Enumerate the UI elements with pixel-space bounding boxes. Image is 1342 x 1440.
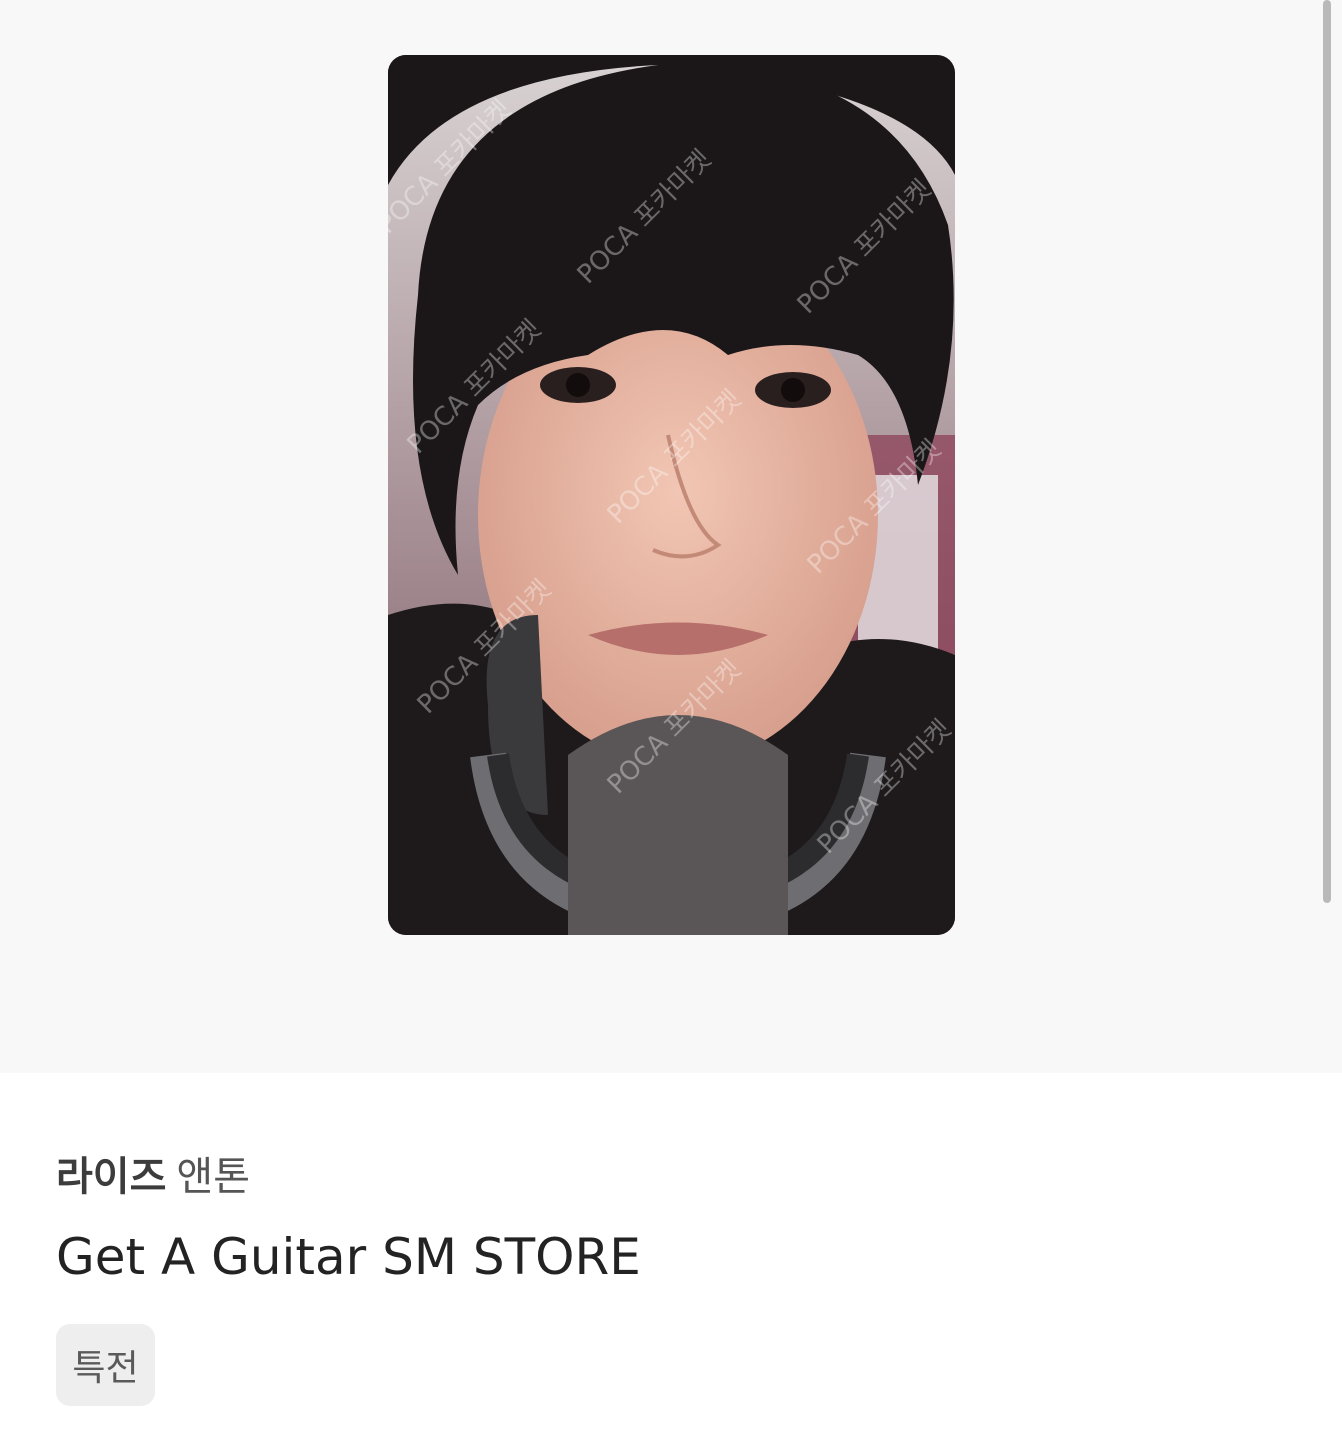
photocard-image[interactable]: POCA 포카마켓 POCA 포카마켓 POCA 포카마켓 POCA 포카마켓 … [388,55,955,935]
vertical-scrollbar[interactable] [1322,0,1342,1073]
artist-line: 라이즈 앤톤 [56,1151,250,1203]
product-detail-page: POCA 포카마켓 POCA 포카마켓 POCA 포카마켓 POCA 포카마켓 … [0,0,1342,1440]
tag-chip[interactable]: 특전 [56,1324,155,1406]
member-name[interactable]: 앤톤 [176,1154,250,1200]
group-name[interactable]: 라이즈 [56,1154,166,1200]
image-viewer[interactable]: POCA 포카마켓 POCA 포카마켓 POCA 포카마켓 POCA 포카마켓 … [0,0,1342,1073]
scrollbar-thumb[interactable] [1323,0,1331,903]
product-title: Get A Guitar SM STORE [56,1228,641,1286]
photocard-illustration: POCA 포카마켓 POCA 포카마켓 POCA 포카마켓 POCA 포카마켓 … [388,55,955,935]
product-info: 라이즈 앤톤 Get A Guitar SM STORE 특전 [0,1073,1342,1440]
